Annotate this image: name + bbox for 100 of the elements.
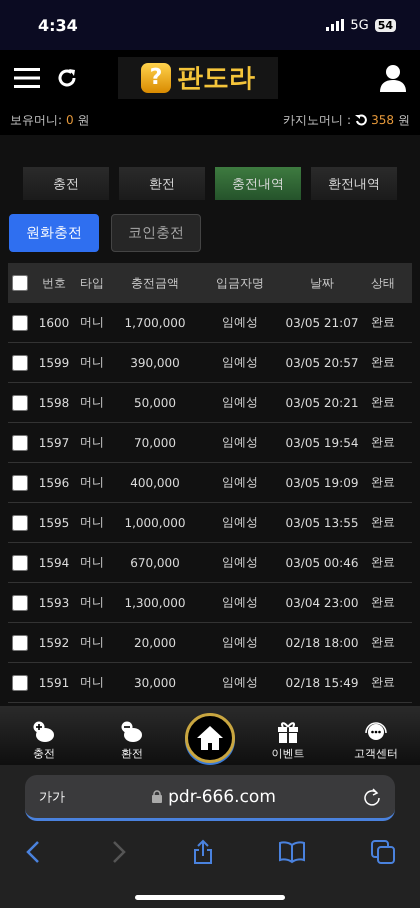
tab[interactable]: 환전 — [119, 167, 205, 200]
table-cell-text: 완료 — [370, 474, 396, 491]
table-cell-text: 400,000 — [129, 476, 181, 490]
menu-icon[interactable] — [14, 66, 40, 88]
table-cell-text: 30,000 — [133, 676, 177, 690]
table-cell-text: 03/04 23:00 — [284, 596, 360, 610]
table-cell-text: 03/05 19:09 — [284, 476, 360, 490]
column-header: 충전금액 — [130, 274, 180, 292]
column-header: 날짜 — [309, 274, 335, 292]
table-cell-text: 1,700,000 — [123, 316, 187, 330]
table-cell-text: 1594 — [38, 556, 70, 570]
table-cell-text: 1595 — [38, 516, 70, 530]
table-cell-text: 1599 — [38, 356, 70, 370]
address-bar[interactable]: 가가 pdr-666.com — [25, 775, 395, 821]
row-checkbox[interactable] — [12, 634, 28, 650]
nav-item[interactable]: 이벤트 — [253, 721, 323, 761]
table-cell-text: 70,000 — [133, 436, 177, 450]
table-cell-text: 임예성 — [221, 554, 259, 571]
table-cell-text: 완료 — [370, 554, 396, 571]
nav-item[interactable]: 충전 — [9, 721, 79, 761]
row-checkbox[interactable] — [12, 674, 28, 690]
table-cell-text: 머니 — [79, 434, 105, 451]
table-cell-text: 1591 — [38, 676, 70, 690]
table-cell-text: 완료 — [370, 394, 396, 411]
tab[interactable]: 충전내역 — [215, 167, 301, 200]
table-cell-text: 1596 — [38, 476, 70, 490]
table-cell-text: 1,300,000 — [123, 596, 187, 610]
clock-time: 4:34 — [38, 16, 78, 34]
table-cell-text: 완료 — [370, 514, 396, 531]
casino-balance-label: 카지노머니 : — [283, 112, 352, 128]
refresh-icon[interactable] — [355, 114, 368, 126]
table-cell-text: 완료 — [370, 314, 396, 331]
url-text: pdr-666.com — [168, 786, 276, 806]
table-cell-text: 머니 — [79, 394, 105, 411]
table-cell-text: 완료 — [370, 594, 396, 611]
table-cell-text: 임예성 — [221, 314, 259, 331]
signal-icon — [326, 19, 344, 31]
table-cell-text: 390,000 — [129, 356, 181, 370]
nav-item[interactable]: 고객센터 — [341, 721, 411, 761]
table-cell-text: 머니 — [79, 674, 105, 691]
home-icon — [196, 725, 224, 751]
table-cell-text: 머니 — [79, 474, 105, 491]
piggy-plus-icon — [32, 721, 56, 743]
table-cell-text: 670,000 — [129, 556, 181, 570]
table-cell-text: 임예성 — [221, 634, 259, 651]
table-cell-text: 1592 — [38, 636, 70, 650]
table-cell-text: 임예성 — [221, 674, 259, 691]
tab[interactable]: 충전 — [23, 167, 109, 200]
table-cell-text: 1593 — [38, 596, 70, 610]
reload-icon[interactable] — [363, 788, 381, 806]
row-checkbox[interactable] — [12, 594, 28, 610]
network-type: 5G — [350, 18, 369, 32]
table-cell-text: 머니 — [79, 514, 105, 531]
table-cell-text: 완료 — [370, 674, 396, 691]
row-checkbox[interactable] — [12, 474, 28, 490]
table-cell-text: 50,000 — [133, 396, 177, 410]
currency-unit: 원 — [398, 112, 410, 128]
chat-headset-icon — [364, 721, 388, 743]
select-all-checkbox[interactable] — [12, 275, 28, 291]
gift-icon — [276, 721, 300, 743]
balance-label: 보유머니: — [10, 112, 62, 128]
user-icon[interactable] — [380, 64, 406, 92]
table-cell-text: 머니 — [79, 634, 105, 651]
book-icon — [278, 840, 306, 864]
table-cell-text: 임예성 — [221, 354, 259, 371]
text-size-button[interactable]: 가가 — [39, 788, 65, 806]
column-header: 타입 — [79, 274, 105, 292]
table-cell-text: 임예성 — [221, 514, 259, 531]
table-cell-text: 머니 — [79, 354, 105, 371]
table-cell-text: 완료 — [370, 354, 396, 371]
casino-balance-amount: 358 — [371, 113, 394, 127]
table-cell-text: 03/05 20:21 — [284, 396, 360, 410]
site-logo[interactable]: ? 판도라 — [118, 56, 278, 98]
table-cell-text: 02/18 15:49 — [284, 676, 360, 690]
table-cell-text: 1598 — [38, 396, 70, 410]
currency-unit: 원 — [78, 112, 90, 128]
lock-icon — [152, 790, 162, 803]
tab[interactable]: 환전내역 — [311, 167, 397, 200]
table-cell-text: 1600 — [38, 316, 70, 330]
currency-tab[interactable]: 원화충전 — [9, 214, 99, 252]
row-checkbox[interactable] — [12, 314, 28, 330]
battery-level: 54 — [374, 18, 396, 32]
share-icon — [192, 839, 214, 865]
row-checkbox[interactable] — [12, 354, 28, 370]
refresh-icon[interactable] — [56, 66, 78, 88]
row-checkbox[interactable] — [12, 394, 28, 410]
row-checkbox[interactable] — [12, 514, 28, 530]
home-button[interactable] — [185, 713, 235, 763]
table-cell-text: 임예성 — [221, 594, 259, 611]
table-cell-text: 03/05 19:54 — [284, 436, 360, 450]
column-header: 상태 — [370, 274, 396, 292]
currency-tab[interactable]: 코인충전 — [111, 214, 201, 252]
table-cell-text: 03/05 21:07 — [284, 316, 360, 330]
row-checkbox[interactable] — [12, 554, 28, 570]
nav-item[interactable]: 환전 — [97, 721, 167, 761]
row-checkbox[interactable] — [12, 434, 28, 450]
table-cell-text: 임예성 — [221, 474, 259, 491]
table-cell-text: 1,000,000 — [123, 516, 187, 530]
table-cell-text: 완료 — [370, 634, 396, 651]
table-cell-text: 1597 — [38, 436, 70, 450]
